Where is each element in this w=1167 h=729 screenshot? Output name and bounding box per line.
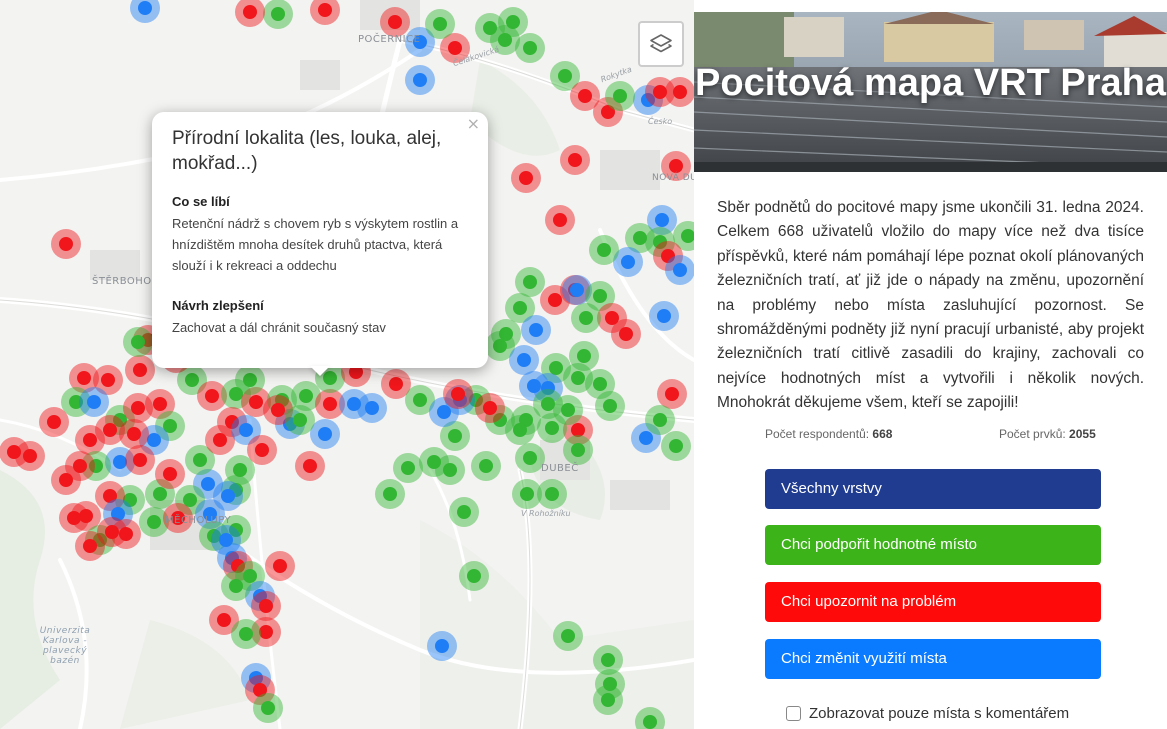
- map-marker[interactable]: [357, 393, 387, 423]
- map-label-pocernice: POČERNICE: [358, 34, 421, 45]
- change-use-button[interactable]: Chci změnit využití místa: [765, 639, 1101, 679]
- map-marker[interactable]: [593, 685, 623, 715]
- report-problem-button[interactable]: Chci upozornit na problém: [765, 582, 1101, 622]
- map-marker[interactable]: [123, 327, 153, 357]
- comments-only-label: Zobrazovat pouze místa s komentářem: [809, 705, 1070, 722]
- map-marker[interactable]: [375, 479, 405, 509]
- map-marker[interactable]: [657, 379, 687, 409]
- map-marker[interactable]: [51, 229, 81, 259]
- map-marker[interactable]: [310, 0, 340, 25]
- map-label-nova-dubec: NOVÁ DUB: [652, 173, 694, 183]
- map-marker[interactable]: [515, 267, 545, 297]
- map-label-v-rohozniku: V Rohožníku: [521, 509, 571, 518]
- map-marker[interactable]: [665, 255, 694, 285]
- map-marker[interactable]: [425, 9, 455, 39]
- map-marker[interactable]: [563, 435, 593, 465]
- map-marker[interactable]: [0, 437, 29, 467]
- map-marker[interactable]: [553, 621, 583, 651]
- map-marker[interactable]: [471, 451, 501, 481]
- respondents-stat: Počet respondentů: 668: [765, 427, 892, 441]
- map-marker[interactable]: [235, 0, 265, 27]
- layers-button[interactable]: [638, 21, 684, 67]
- map-marker[interactable]: [449, 497, 479, 527]
- map-marker[interactable]: [125, 355, 155, 385]
- map-marker[interactable]: [635, 707, 665, 729]
- map-marker[interactable]: [231, 619, 261, 649]
- map-marker[interactable]: [571, 303, 601, 333]
- map-marker[interactable]: [380, 7, 410, 37]
- map-marker[interactable]: [459, 561, 489, 591]
- map-label-mecholupy: MĚCHOLUPY: [165, 515, 232, 526]
- map-marker[interactable]: [665, 77, 694, 107]
- map-marker[interactable]: [205, 425, 235, 455]
- map-marker[interactable]: [39, 407, 69, 437]
- map-marker[interactable]: [59, 503, 89, 533]
- map-marker[interactable]: [125, 445, 155, 475]
- map-marker[interactable]: [545, 205, 575, 235]
- sidebar: Pocitová mapa VRT Praha Sběr podnětů do …: [694, 0, 1167, 729]
- map-marker[interactable]: [247, 435, 277, 465]
- map[interactable]: POČERNICE Čelákovická Rokytka Česko NOVÁ…: [0, 0, 694, 729]
- map-label-cesko: Česko: [648, 117, 673, 126]
- popup-likes-text: Retenční nádrž s chovem ryb s výskytem r…: [172, 216, 459, 273]
- popup-likes-heading: Co se líbí: [172, 194, 230, 209]
- map-marker[interactable]: [443, 379, 473, 409]
- map-marker[interactable]: [393, 453, 423, 483]
- map-marker[interactable]: [537, 479, 567, 509]
- map-marker[interactable]: [589, 235, 619, 265]
- map-marker[interactable]: [645, 405, 675, 435]
- map-marker[interactable]: [553, 395, 583, 425]
- items-value: 2055: [1069, 427, 1096, 441]
- map-marker[interactable]: [505, 415, 535, 445]
- popup-title: Přírodní lokalita (les, louka, alej, mok…: [172, 128, 442, 174]
- map-marker[interactable]: [51, 465, 81, 495]
- map-marker[interactable]: [475, 393, 505, 423]
- map-marker[interactable]: [405, 65, 435, 95]
- map-marker[interactable]: [155, 459, 185, 489]
- map-marker[interactable]: [605, 81, 635, 111]
- map-marker[interactable]: [75, 531, 105, 561]
- map-marker[interactable]: [295, 451, 325, 481]
- comments-only-checkbox[interactable]: [786, 706, 801, 721]
- support-place-button[interactable]: Chci podpořit hodnotné místo: [765, 525, 1101, 565]
- map-marker[interactable]: [427, 631, 457, 661]
- comments-only-filter[interactable]: Zobrazovat pouze místa s komentářem: [786, 705, 1069, 722]
- map-marker[interactable]: [661, 431, 691, 461]
- map-marker[interactable]: [649, 301, 679, 331]
- popup-close-button[interactable]: ×: [467, 116, 480, 132]
- map-marker[interactable]: [253, 693, 283, 723]
- map-marker[interactable]: [221, 571, 251, 601]
- map-marker[interactable]: [509, 345, 539, 375]
- popup-tip: [310, 366, 330, 376]
- map-marker[interactable]: [263, 0, 293, 29]
- respondents-label: Počet respondentů:: [765, 427, 870, 441]
- popup-improve-heading: Návrh zlepšení: [172, 298, 264, 313]
- respondents-value: 668: [872, 427, 893, 441]
- map-marker[interactable]: [511, 163, 541, 193]
- popup-improve-text: Zachovat a dál chránit současný stav: [172, 320, 386, 335]
- map-marker[interactable]: [235, 365, 265, 395]
- page-title: Pocitová mapa VRT Praha: [695, 62, 1166, 104]
- map-marker[interactable]: [560, 145, 590, 175]
- map-marker[interactable]: [595, 391, 625, 421]
- map-marker[interactable]: [419, 447, 449, 477]
- layers-icon: [650, 34, 672, 53]
- items-label: Počet prvků:: [999, 427, 1066, 441]
- all-layers-button[interactable]: Všechny vrstvy: [765, 469, 1101, 509]
- map-marker[interactable]: [521, 315, 551, 345]
- map-marker[interactable]: [265, 551, 295, 581]
- map-marker[interactable]: [75, 425, 105, 455]
- description: Sběr podnětů do pocitové mapy jsme ukonč…: [717, 199, 1144, 412]
- map-marker[interactable]: [285, 405, 315, 435]
- feature-popup: × Přírodní lokalita (les, louka, alej, m…: [152, 112, 488, 368]
- map-marker[interactable]: [130, 0, 160, 23]
- map-marker[interactable]: [251, 591, 281, 621]
- map-marker[interactable]: [611, 319, 641, 349]
- map-marker[interactable]: [79, 387, 109, 417]
- hero-banner: Pocitová mapa VRT Praha: [694, 12, 1167, 172]
- map-label-university: Univerzita Karlova - plavecký bazén: [39, 626, 91, 666]
- map-marker[interactable]: [111, 519, 141, 549]
- map-label-dubec: DUBEČ: [541, 463, 579, 474]
- items-stat: Počet prvků: 2055: [999, 427, 1096, 441]
